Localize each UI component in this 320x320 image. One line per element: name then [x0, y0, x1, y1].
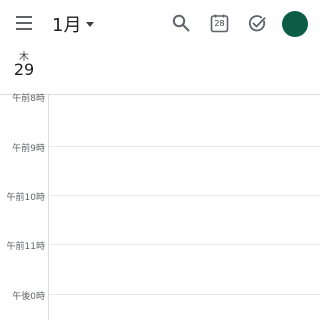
tasks-icon[interactable]: [248, 14, 267, 33]
day-schedule-area[interactable]: [49, 95, 320, 320]
hour-gridline: [49, 244, 320, 245]
hour-gridline: [49, 195, 320, 196]
today-button[interactable]: 28: [210, 14, 229, 33]
top-app-bar: 1月 28: [0, 0, 320, 48]
hour-gridline: [49, 294, 320, 295]
day-header[interactable]: 木 29: [0, 48, 48, 88]
month-selector[interactable]: 1月: [52, 11, 95, 37]
hour-gridline: [49, 146, 320, 147]
dropdown-caret-icon: [86, 21, 95, 27]
menu-icon[interactable]: [16, 16, 32, 30]
hour-label: 午前11時: [6, 242, 45, 252]
month-label: 1月: [52, 15, 82, 36]
account-avatar[interactable]: [282, 11, 308, 37]
hour-label: 午前8時: [12, 94, 45, 104]
today-day-number: 28: [214, 19, 225, 28]
hour-label: 午前9時: [12, 144, 45, 154]
hour-label: 午前10時: [6, 193, 45, 203]
time-column: 午前8時 午前9時 午前10時 午前11時 午後0時: [0, 94, 48, 320]
hour-label: 午後0時: [12, 292, 45, 302]
day-number: 29: [13, 60, 35, 79]
search-icon[interactable]: [172, 14, 190, 32]
time-column-divider: [48, 95, 49, 320]
